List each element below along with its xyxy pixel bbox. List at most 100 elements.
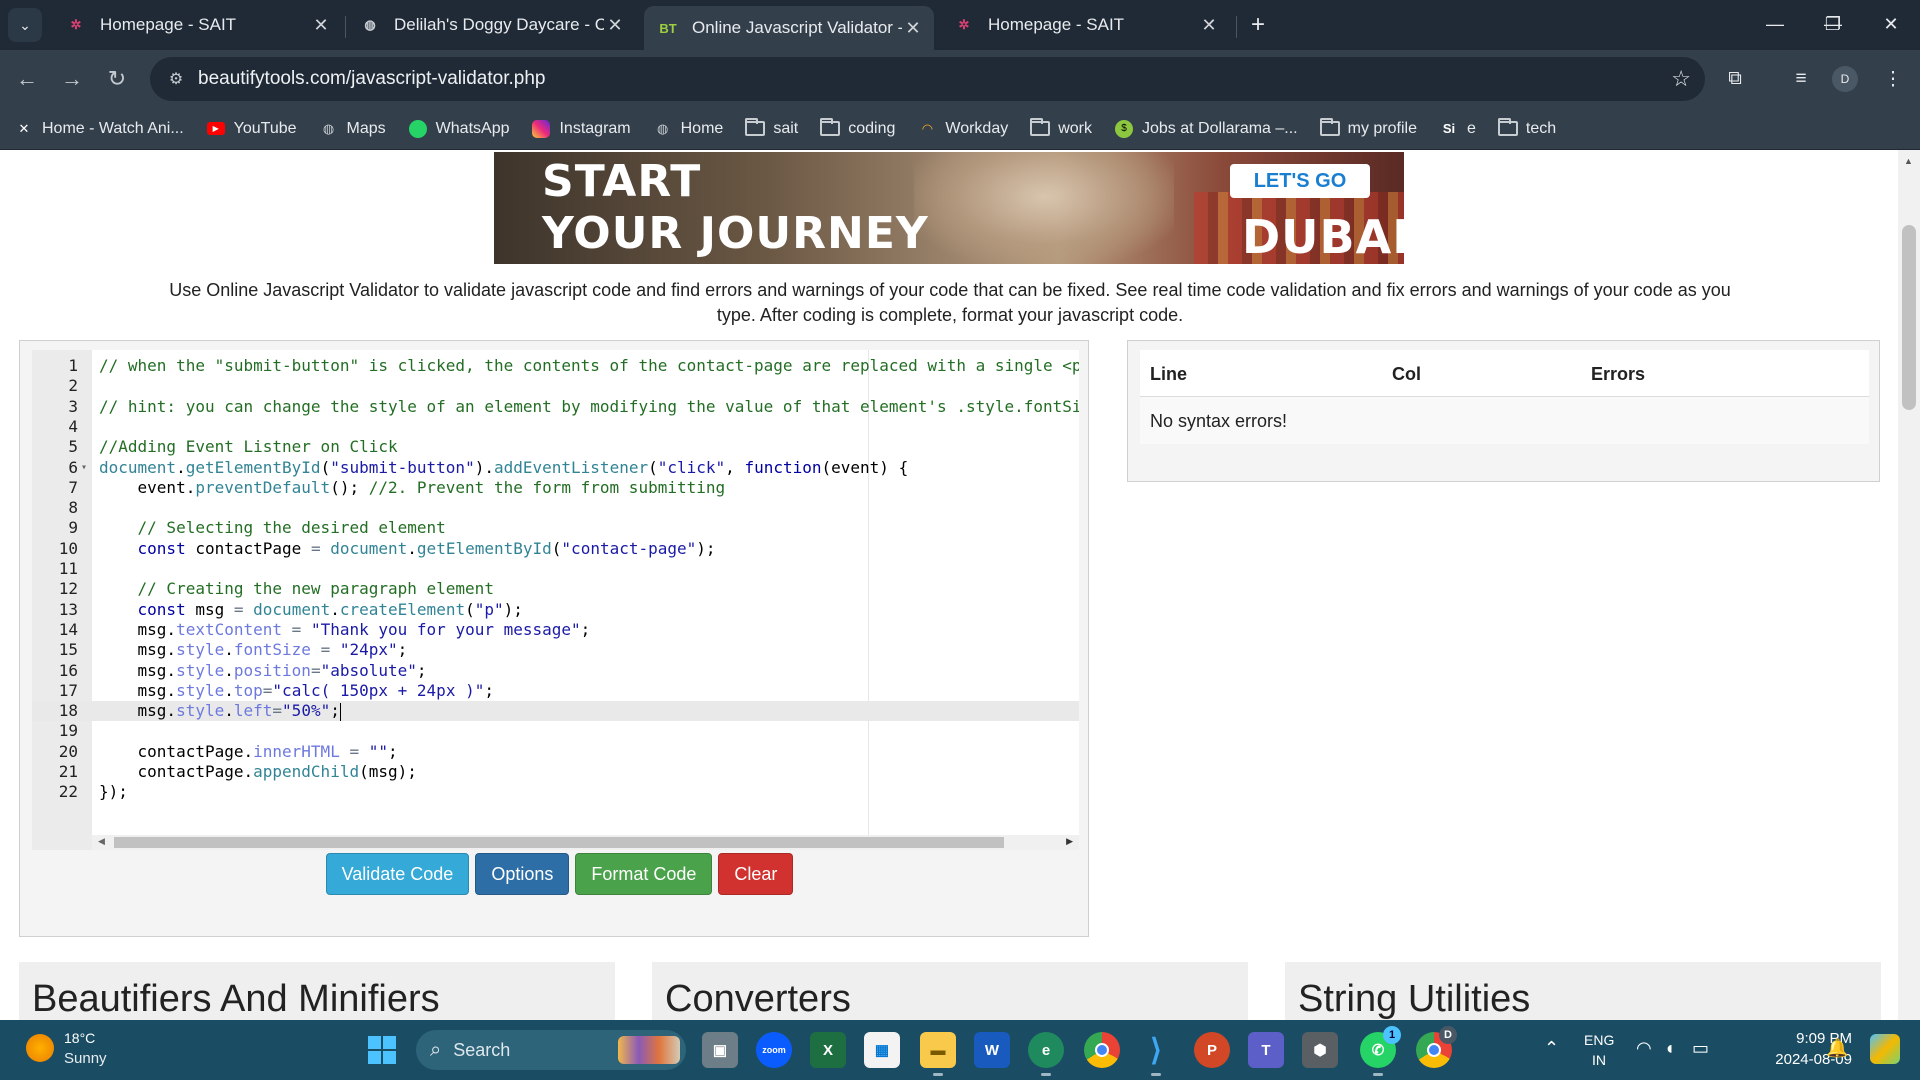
code-line[interactable]: 21 contactPage.appendChild(msg);	[32, 762, 1079, 782]
back-button[interactable]: ←	[10, 62, 44, 96]
vscode-icon[interactable]: ⟩	[1138, 1032, 1174, 1076]
code-line[interactable]: 4	[32, 417, 1079, 437]
bookmark-folder-sait[interactable]: sait	[745, 118, 798, 138]
bookmark-folder-work[interactable]: work	[1030, 118, 1092, 138]
horizontal-scrollbar[interactable]: ◀ ▶	[92, 835, 1079, 850]
notification-bell-icon[interactable]: 🔔	[1826, 1038, 1848, 1059]
code-line[interactable]: 14 msg.textContent = "Thank you for your…	[32, 620, 1079, 640]
dubai-ad-banner[interactable]: START YOUR JOURNEY LET'S GO DUBAI	[494, 152, 1404, 264]
edge-icon[interactable]: e	[1028, 1032, 1064, 1076]
tab-javascript-validator[interactable]: BT Online Javascript Validator - Bea ✕	[644, 6, 934, 50]
reload-button[interactable]: ↻	[100, 62, 134, 96]
weather-temperature[interactable]: 18°C	[64, 1030, 95, 1046]
code-line[interactable]: 1 // when the "submit-button" is clicked,…	[32, 356, 1079, 376]
tab-homepage-sait-1[interactable]: ✲ Homepage - SAIT ✕	[52, 8, 342, 42]
validate-code-button[interactable]: Validate Code	[325, 853, 470, 895]
scroll-right-icon[interactable]: ▶	[1066, 836, 1073, 847]
page-scrollbar-thumb[interactable]	[1902, 225, 1916, 410]
windows-start-icon[interactable]	[368, 1036, 396, 1064]
bookmark-folder-coding[interactable]: coding	[820, 118, 895, 138]
code-line[interactable]: 18 msg.style.left="50%";	[32, 701, 1079, 722]
code-editor[interactable]: 1 // when the "submit-button" is clicked,…	[32, 350, 1079, 850]
chrome-icon[interactable]	[1084, 1032, 1120, 1068]
tab-search-button[interactable]: ⌄	[8, 8, 42, 42]
powerpoint-icon[interactable]: P	[1194, 1032, 1230, 1068]
weather-condition[interactable]: Sunny	[64, 1050, 107, 1067]
menu-kebab-icon[interactable]: ⋮	[1876, 62, 1910, 96]
teams-icon[interactable]: T	[1248, 1032, 1284, 1068]
zoom-icon[interactable]: zoom	[756, 1032, 792, 1068]
code-line[interactable]: 16 msg.style.position="absolute";	[32, 661, 1079, 681]
whatsapp-icon[interactable]: ✆ 1	[1360, 1026, 1401, 1076]
forward-button[interactable]: →	[55, 62, 89, 96]
word-icon[interactable]: W	[974, 1032, 1010, 1068]
media-controls-icon[interactable]: ≡	[1784, 62, 1818, 96]
code-line[interactable]: 7 event.preventDefault(); //2. Prevent t…	[32, 478, 1079, 498]
region-indicator[interactable]: IN	[1592, 1052, 1606, 1068]
excel-icon[interactable]: X	[810, 1032, 846, 1068]
code-line[interactable]: 2	[32, 376, 1079, 396]
extensions-icon[interactable]: ⧉	[1718, 62, 1752, 96]
code-line[interactable]: 9 // Selecting the desired element	[32, 518, 1079, 538]
bookmark-youtube[interactable]: ▶ YouTube	[206, 120, 297, 138]
battery-icon[interactable]: ▭	[1692, 1038, 1709, 1059]
sun-icon[interactable]	[26, 1034, 54, 1062]
code-line[interactable]: 20 contactPage.innerHTML = "";	[32, 742, 1079, 762]
address-bar[interactable]: ⚙ beautifytools.com/javascript-validator…	[150, 57, 1705, 101]
bookmark-dollarama[interactable]: $ Jobs at Dollarama –...	[1114, 119, 1298, 138]
show-hidden-icons-icon[interactable]: ⌃	[1544, 1038, 1559, 1059]
scroll-left-icon[interactable]: ◀	[98, 836, 105, 847]
microsoft-store-icon[interactable]: ▦	[864, 1032, 900, 1068]
bookmark-folder-my-profile[interactable]: my profile	[1319, 118, 1417, 138]
wifi-icon[interactable]: ◠	[1636, 1038, 1652, 1059]
code-line[interactable]: 12 // Creating the new paragraph element	[32, 579, 1079, 599]
unity-icon[interactable]: ⬢	[1302, 1032, 1338, 1068]
code-line[interactable]: 15 msg.style.fontSize = "24px";	[32, 640, 1079, 660]
profile-avatar[interactable]: D	[1832, 66, 1858, 92]
scroll-up-icon[interactable]: ▲	[1904, 156, 1913, 166]
new-tab-button[interactable]: +	[1243, 10, 1273, 40]
language-indicator[interactable]: ENG	[1584, 1032, 1614, 1048]
tab-homepage-sait-2[interactable]: ✲ Homepage - SAIT ✕	[940, 8, 1230, 42]
bookmark-folder-tech[interactable]: tech	[1497, 118, 1556, 138]
tab-doggy-daycare[interactable]: ◍ Delilah's Doggy Daycare - Cont ✕	[346, 8, 636, 42]
minimize-window-button[interactable]: —	[1752, 6, 1798, 42]
scrollbar-thumb[interactable]	[114, 837, 1004, 848]
taskbar-search[interactable]: ⌕ Search	[416, 1030, 686, 1070]
chrome-active-icon[interactable]: D	[1416, 1026, 1457, 1068]
close-window-button[interactable]: ✕	[1868, 6, 1914, 42]
restore-window-button[interactable]: ❐	[1810, 6, 1856, 42]
code-line[interactable]: 17 msg.style.top="calc( 150px + 24px )";	[32, 681, 1079, 701]
code-line[interactable]: 6 ▾ document.getElementById("submit-button…	[32, 458, 1079, 478]
ad-cta-button[interactable]: LET'S GO	[1230, 164, 1370, 198]
bookmark-e[interactable]: Si e	[1439, 120, 1476, 138]
options-button[interactable]: Options	[475, 853, 570, 895]
bookmark-workday[interactable]: ◠ Workday	[917, 120, 1009, 138]
code-line[interactable]: 22});	[32, 782, 1079, 802]
site-settings-icon[interactable]: ⚙	[158, 69, 194, 89]
bookmark-star-icon[interactable]: ☆	[1671, 66, 1691, 92]
clear-button[interactable]: Clear	[718, 853, 794, 895]
bookmark-home[interactable]: ◍ Home	[653, 120, 723, 138]
page-scrollbar[interactable]: ▲	[1898, 150, 1920, 1020]
copilot-icon[interactable]	[1870, 1034, 1900, 1064]
code-line[interactable]: 5 //Adding Event Listner on Click	[32, 437, 1079, 457]
format-code-button[interactable]: Format Code	[575, 853, 713, 895]
code-line[interactable]: 10 const contactPage = document.getEleme…	[32, 539, 1079, 559]
code-line[interactable]: 3 // hint: you can change the style of an…	[32, 397, 1079, 417]
code-line[interactable]: 11	[32, 559, 1079, 579]
close-tab-icon[interactable]: ✕	[1198, 15, 1220, 36]
code-line[interactable]: 13 const msg = document.createElement("p…	[32, 600, 1079, 620]
file-explorer-icon[interactable]: ▬	[920, 1032, 956, 1076]
bookmark-home-watch-anime[interactable]: ✕ Home - Watch Ani...	[14, 120, 184, 138]
volume-icon[interactable]: ◖	[1664, 1038, 1675, 1059]
bookmark-whatsapp[interactable]: WhatsApp	[408, 119, 509, 138]
bookmark-instagram[interactable]: Instagram	[531, 119, 631, 138]
task-view-icon[interactable]: ▣	[702, 1032, 738, 1068]
close-tab-icon[interactable]: ✕	[310, 15, 332, 36]
code-line[interactable]: 19	[32, 721, 1079, 741]
close-tab-icon[interactable]: ✕	[902, 18, 924, 39]
bookmark-maps[interactable]: ◍ Maps	[319, 120, 386, 138]
close-tab-icon[interactable]: ✕	[604, 15, 626, 36]
code-line[interactable]: 8	[32, 498, 1079, 518]
